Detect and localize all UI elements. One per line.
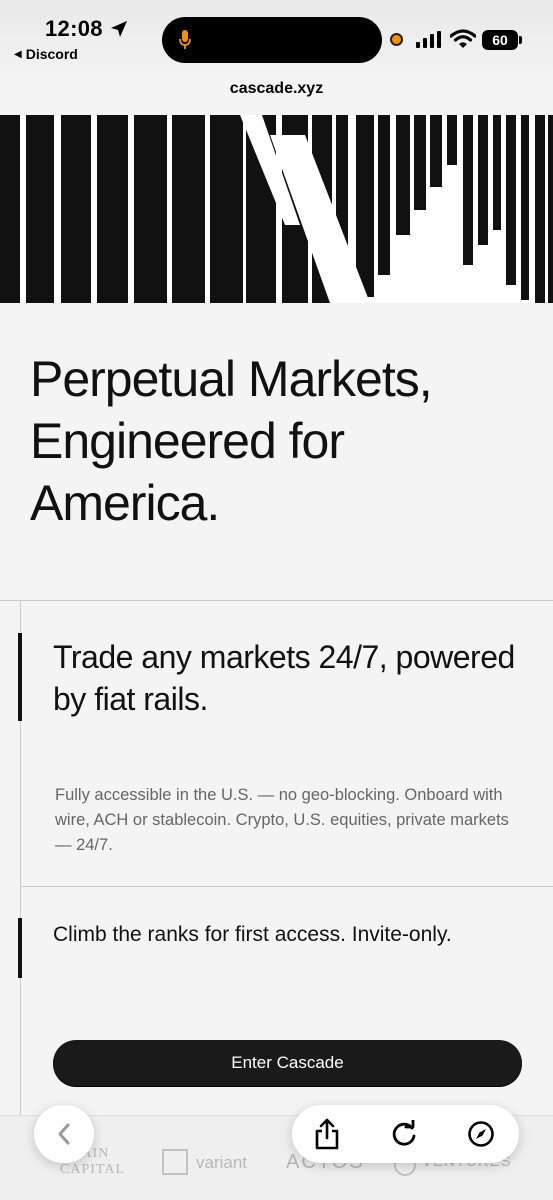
location-arrow-icon: [111, 21, 127, 37]
recording-indicator-icon: [390, 33, 403, 46]
address-bar-url[interactable]: cascade.xyz: [0, 80, 553, 98]
hero-bar: [493, 115, 501, 230]
hero-bar: [134, 115, 167, 303]
compass-icon: [468, 1121, 494, 1147]
back-triangle-icon: ◀: [14, 48, 22, 60]
hero-bar: [430, 115, 442, 187]
dynamic-island: [162, 17, 382, 63]
hero-bar: [61, 115, 91, 303]
variant-logo-icon: [162, 1149, 188, 1175]
hero-bar: [26, 115, 54, 303]
section-body-text: Fully accessible in the U.S. — no geo-bl…: [55, 786, 509, 854]
hero-bars-graphic: [0, 115, 553, 303]
share-icon: [315, 1118, 339, 1150]
hero-bar: [535, 115, 545, 303]
hero-bar: [414, 115, 426, 210]
compass-button[interactable]: [464, 1117, 498, 1151]
hero-bar: [548, 115, 553, 303]
wifi-icon: [450, 29, 476, 48]
battery-level: 60: [492, 32, 508, 48]
section-divider-top: [0, 600, 553, 601]
section-divider: [20, 886, 553, 887]
back-app-label: Discord: [25, 46, 78, 62]
back-to-app-link[interactable]: ◀ Discord: [14, 46, 78, 62]
reload-icon: [392, 1120, 416, 1146]
hero-bar: [356, 115, 374, 297]
partner-logo-variant: variant: [196, 1153, 248, 1172]
reload-button[interactable]: [387, 1117, 421, 1151]
browser-actions-toolbar: [292, 1105, 519, 1163]
accent-bar: [18, 633, 22, 721]
accent-bar: [18, 918, 22, 978]
section-subhead: Trade any markets 24/7, powered by fiat …: [53, 639, 515, 717]
cellular-signal-icon: [416, 31, 441, 48]
hero-bar: [0, 115, 20, 303]
microphone-icon: [179, 30, 191, 49]
chevron-left-icon: [58, 1123, 70, 1145]
enter-cascade-button[interactable]: Enter Cascade: [53, 1040, 522, 1086]
hero-bar: [506, 115, 516, 285]
status-time: 12:08: [45, 16, 103, 41]
hero-bar: [210, 115, 243, 303]
hero-bar: [396, 115, 410, 235]
invite-text: Climb the ranks for first access. Invite…: [53, 923, 452, 946]
hero-bar: [172, 115, 205, 303]
battery-indicator: 60: [482, 30, 522, 50]
hero-bar: [97, 115, 128, 303]
hero-bar: [378, 115, 390, 275]
page-headline: Perpetual Markets, Engineered for Americ…: [30, 351, 433, 531]
status-bar: 12:08 ◀ Discord 60 cascade.xyz: [0, 0, 553, 97]
hero-bar: [463, 115, 473, 265]
hero-bar: [521, 115, 529, 300]
browser-back-button[interactable]: [34, 1105, 94, 1163]
hero-bar: [478, 115, 488, 245]
hero-bar: [447, 115, 457, 165]
share-button[interactable]: [310, 1117, 344, 1151]
